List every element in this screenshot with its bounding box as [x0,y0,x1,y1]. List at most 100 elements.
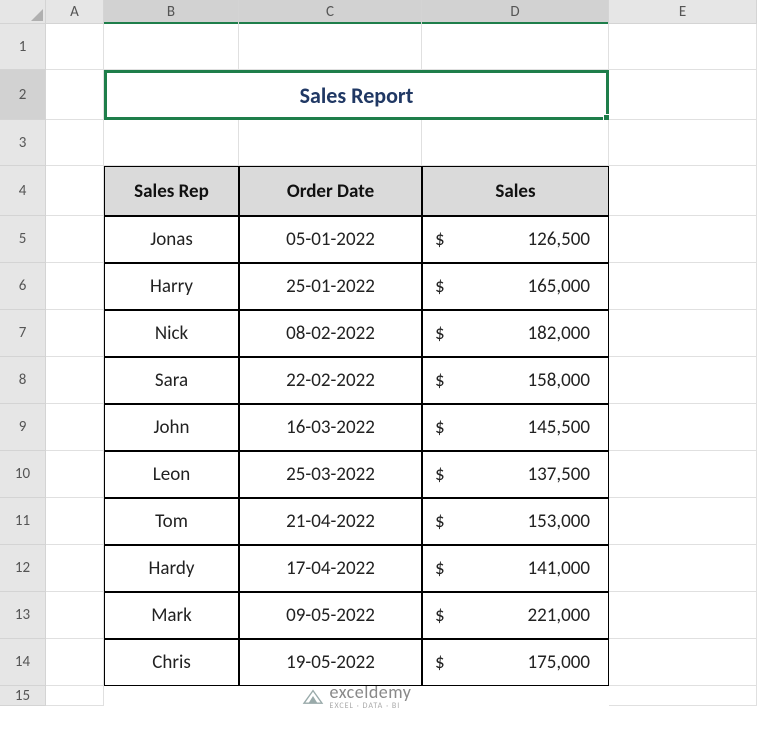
table-cell-rep[interactable]: Hardy [104,545,239,592]
table-cell-sales[interactable]: $145,500 [422,404,609,451]
row-header-12[interactable]: 12 [0,545,46,592]
order-date: 21-04-2022 [286,510,375,533]
table-cell-rep[interactable]: Jonas [104,216,239,263]
row-header-2[interactable]: 2 [0,70,46,120]
table-header-date[interactable]: Order Date [239,166,422,216]
select-all-corner[interactable] [0,0,46,24]
table-cell-sales[interactable]: $221,000 [422,592,609,639]
table-cell-rep[interactable]: Leon [104,451,239,498]
row-header-8[interactable]: 8 [0,357,46,404]
table-header-sales[interactable]: Sales [422,166,609,216]
cell-A12[interactable] [46,545,104,592]
rep-name: Harry [150,275,193,298]
row-header-9[interactable]: 9 [0,404,46,451]
cell-A14[interactable] [46,639,104,686]
sales-amount: 182,000 [527,322,590,345]
cell-E9[interactable] [609,404,757,451]
table-cell-sales[interactable]: $153,000 [422,498,609,545]
cell-A10[interactable] [46,451,104,498]
table-header-rep[interactable]: Sales Rep [104,166,239,216]
row-header-13[interactable]: 13 [0,592,46,639]
table-cell-date[interactable]: 17-04-2022 [239,545,422,592]
row-header-4[interactable]: 4 [0,166,46,216]
cell-E6[interactable] [609,263,757,310]
cell-A9[interactable] [46,404,104,451]
cell-E2[interactable] [609,70,757,120]
column-header-C[interactable]: C [239,0,422,24]
row-header-3[interactable]: 3 [0,120,46,166]
table-cell-rep[interactable]: Mark [104,592,239,639]
cell-A2[interactable] [46,70,104,120]
cell-E7[interactable] [609,310,757,357]
table-cell-date[interactable]: 22-02-2022 [239,357,422,404]
cell-E1[interactable] [609,24,757,70]
currency-symbol: $ [435,322,445,345]
cell-E4[interactable] [609,166,757,216]
table-cell-sales[interactable]: $182,000 [422,310,609,357]
cell-D3[interactable] [422,120,609,166]
sales-amount: 145,500 [527,416,590,439]
table-cell-rep[interactable]: Sara [104,357,239,404]
table-cell-rep[interactable]: Chris [104,639,239,686]
row-header-6[interactable]: 6 [0,263,46,310]
currency-symbol: $ [435,275,445,298]
row-header-7[interactable]: 7 [0,310,46,357]
order-date: 16-03-2022 [286,416,375,439]
table-cell-sales[interactable]: $126,500 [422,216,609,263]
table-cell-rep[interactable]: John [104,404,239,451]
cell-A4[interactable] [46,166,104,216]
cell-D1[interactable] [422,24,609,70]
table-cell-rep[interactable]: Tom [104,498,239,545]
table-cell-rep[interactable]: Harry [104,263,239,310]
cell-C3[interactable] [239,120,422,166]
cell-A13[interactable] [46,592,104,639]
cell-A8[interactable] [46,357,104,404]
cell-A11[interactable] [46,498,104,545]
table-cell-sales[interactable]: $141,000 [422,545,609,592]
cell-E11[interactable] [609,498,757,545]
table-cell-date[interactable]: 21-04-2022 [239,498,422,545]
table-cell-date[interactable]: 08-02-2022 [239,310,422,357]
table-cell-date[interactable]: 25-03-2022 [239,451,422,498]
cell-E15[interactable] [609,686,757,706]
column-header-D[interactable]: D [422,0,609,24]
table-cell-date[interactable]: 16-03-2022 [239,404,422,451]
cell-E12[interactable] [609,545,757,592]
cell-C1[interactable] [239,24,422,70]
table-cell-date[interactable]: 19-05-2022 [239,639,422,686]
title-cell[interactable]: Sales Report [104,70,609,120]
cell-E8[interactable] [609,357,757,404]
table-cell-rep[interactable]: Nick [104,310,239,357]
cell-E5[interactable] [609,216,757,263]
column-header-E[interactable]: E [609,0,757,24]
row-header-5[interactable]: 5 [0,216,46,263]
column-header-B[interactable]: B [104,0,239,24]
cell-A5[interactable] [46,216,104,263]
cell-A15[interactable] [46,686,104,706]
cell-B3[interactable] [104,120,239,166]
table-cell-sales[interactable]: $137,500 [422,451,609,498]
rep-name: Hardy [149,557,195,580]
table-cell-date[interactable]: 05-01-2022 [239,216,422,263]
cell-A1[interactable] [46,24,104,70]
cell-E10[interactable] [609,451,757,498]
table-cell-date[interactable]: 09-05-2022 [239,592,422,639]
order-date: 05-01-2022 [286,228,375,251]
cell-B1[interactable] [104,24,239,70]
cell-E3[interactable] [609,120,757,166]
row-header-1[interactable]: 1 [0,24,46,70]
cell-A6[interactable] [46,263,104,310]
row-header-14[interactable]: 14 [0,639,46,686]
cell-A7[interactable] [46,310,104,357]
table-cell-sales[interactable]: $165,000 [422,263,609,310]
column-header-A[interactable]: A [46,0,104,24]
row-header-15[interactable]: 15 [0,686,46,706]
table-cell-date[interactable]: 25-01-2022 [239,263,422,310]
row-header-10[interactable]: 10 [0,451,46,498]
cell-E14[interactable] [609,639,757,686]
table-cell-sales[interactable]: $175,000 [422,639,609,686]
cell-E13[interactable] [609,592,757,639]
cell-A3[interactable] [46,120,104,166]
row-header-11[interactable]: 11 [0,498,46,545]
table-cell-sales[interactable]: $158,000 [422,357,609,404]
